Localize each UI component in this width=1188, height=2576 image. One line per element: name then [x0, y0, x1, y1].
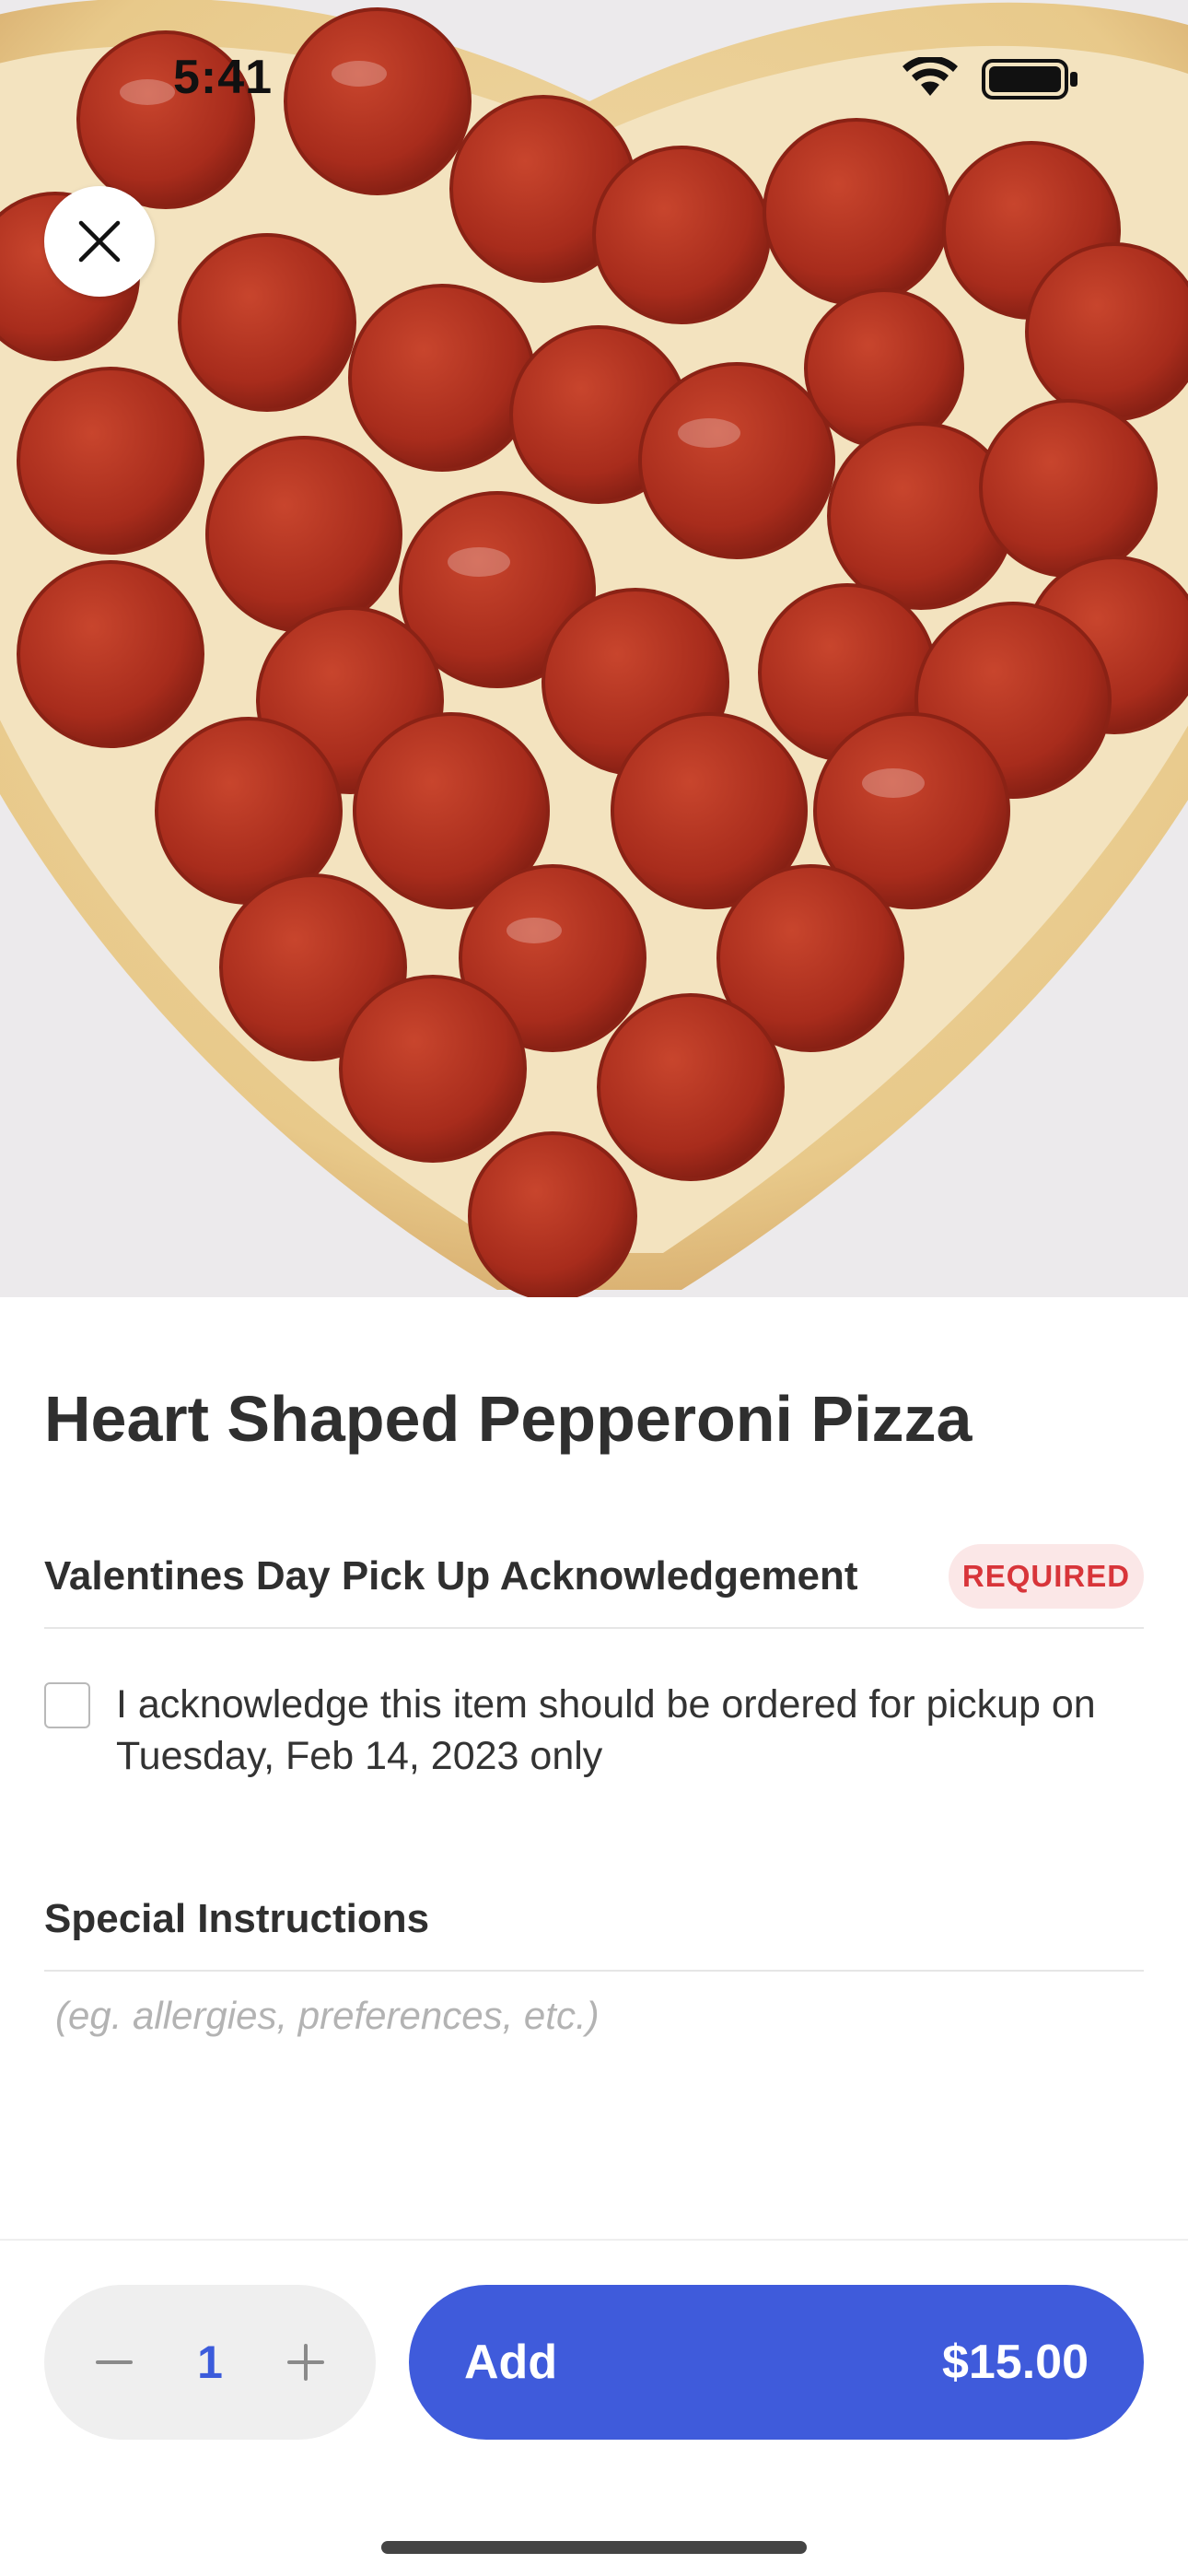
acknowledge-checkbox[interactable]	[44, 1682, 90, 1728]
status-icons	[903, 55, 1087, 108]
section-divider	[44, 1970, 1144, 1972]
footer-divider	[0, 2239, 1188, 2241]
quantity-value: 1	[197, 2336, 223, 2388]
acknowledgement-label: Valentines Day Pick Up Acknowledgement	[44, 1553, 858, 1598]
add-button-label: Add	[464, 2336, 558, 2389]
status-time: 5:41	[173, 51, 274, 104]
quantity-stepper: 1	[44, 2285, 376, 2440]
pizza-illustration	[0, 0, 1188, 1297]
battery-icon	[982, 59, 1077, 100]
wifi-icon	[903, 55, 958, 96]
minus-icon	[96, 2360, 133, 2364]
add-button-price: $15.00	[941, 2336, 1089, 2389]
plus-icon	[287, 2344, 324, 2381]
add-to-cart-button[interactable]: Add $15.00	[409, 2285, 1144, 2440]
required-badge: REQUIRED	[949, 1544, 1144, 1609]
special-instructions-input[interactable]: (eg. allergies, preferences, etc.)	[55, 1994, 1133, 2038]
home-indicator	[381, 2541, 807, 2554]
item-hero-image	[0, 0, 1188, 1297]
close-button[interactable]	[44, 186, 155, 297]
item-title: Heart Shaped Pepperoni Pizza	[44, 1383, 973, 1455]
decrease-quantity-button[interactable]	[90, 2338, 138, 2386]
acknowledge-text[interactable]: I acknowledge this item should be ordere…	[116, 1679, 1138, 1782]
special-instructions-label: Special Instructions	[44, 1896, 430, 1941]
section-divider	[44, 1627, 1144, 1629]
close-icon	[78, 220, 121, 263]
increase-quantity-button[interactable]	[282, 2338, 330, 2386]
